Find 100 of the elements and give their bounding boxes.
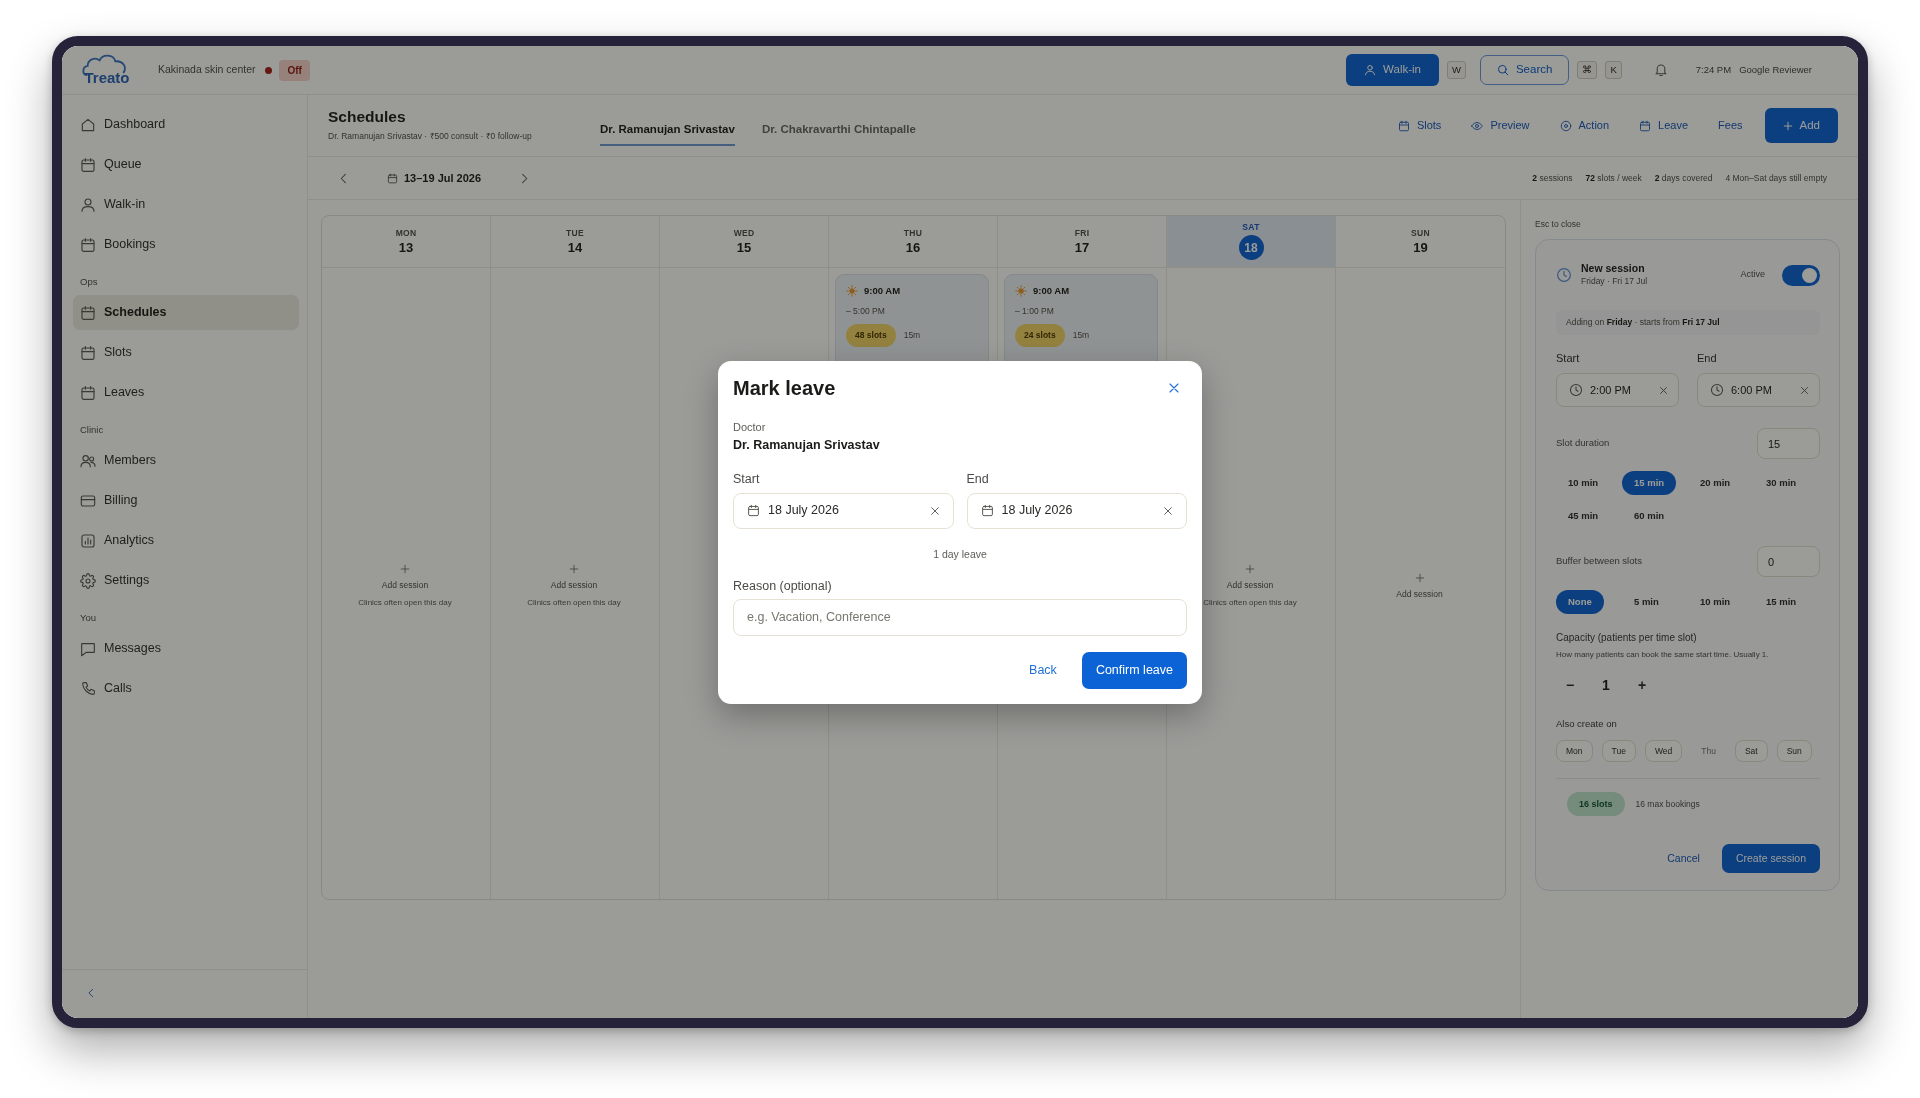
close-icon[interactable] [1659, 385, 1668, 395]
day-number: 13 [398, 241, 414, 255]
toolbar-link[interactable]: Preview [1471, 117, 1530, 134]
chat-icon [80, 640, 96, 657]
day-chip[interactable]: Sat [1734, 740, 1768, 762]
toolbar-link[interactable]: Action [1559, 117, 1610, 134]
close-icon[interactable] [1168, 381, 1180, 394]
card-icon [80, 492, 96, 509]
day-chip[interactable]: Tue [1601, 740, 1636, 762]
doctor-tab[interactable]: Dr. Chakravarthi Chintapalle [761, 110, 916, 147]
calendar-icon [747, 504, 760, 517]
add-session-hint: Clinics often open this day [358, 596, 452, 609]
option-chip[interactable]: 60 min [1622, 504, 1677, 528]
add-session-link[interactable]: Add session [1396, 587, 1443, 601]
chevron-left-icon[interactable] [86, 988, 96, 998]
option-chip[interactable]: 10 min [1556, 471, 1611, 495]
date-field[interactable]: 18 July 2026 [966, 492, 1187, 529]
toggle-label: Active [1740, 268, 1765, 282]
bell-icon[interactable] [1653, 63, 1668, 77]
shortcut-key: K [1605, 61, 1622, 79]
sidebar-item[interactable]: Settings [73, 563, 299, 598]
gear-icon [80, 572, 96, 589]
slot-duration-text: 15m [903, 329, 921, 342]
number-field[interactable]: 15 [1757, 428, 1820, 459]
leave-duration: 1 day leave [932, 546, 988, 561]
toolbar-link[interactable]: Fees [1718, 117, 1743, 134]
sidebar-item[interactable]: Queue [73, 147, 299, 182]
panel-subtitle: Friday · Fri 17 Jul [1581, 275, 1648, 289]
date-field[interactable]: 18 July 2026 [733, 492, 954, 529]
number-field[interactable]: 0 [1757, 546, 1820, 577]
weekday-label: THU [903, 228, 923, 238]
sidebar-item[interactable]: Analytics [73, 523, 299, 558]
day-number: 16 [905, 241, 921, 255]
option-chip[interactable]: 15 min [1622, 471, 1677, 495]
sidebar-item[interactable]: Bookings [73, 227, 299, 262]
doctor-tab[interactable]: Dr. Ramanujan Srivastav [600, 110, 735, 147]
week-stat: 4 Mon–Sat days still empty [1725, 171, 1827, 185]
option-chip[interactable]: 5 min [1622, 590, 1671, 614]
plus-icon[interactable] [1414, 572, 1425, 583]
week-range-button[interactable]: 13–19 Jul 2026 [387, 169, 482, 187]
increment-button[interactable]: + [1628, 671, 1656, 699]
time-field[interactable]: 2:00 PM [1556, 373, 1679, 407]
cancel-button[interactable]: Cancel [1667, 850, 1700, 867]
close-icon[interactable] [1800, 385, 1809, 395]
option-chip[interactable]: 30 min [1754, 471, 1809, 495]
day-chip[interactable]: Mon [1556, 740, 1593, 762]
sidebar-item[interactable]: Billing [73, 483, 299, 518]
back-button[interactable]: Back [1029, 660, 1057, 680]
decrement-button[interactable]: − [1556, 671, 1584, 699]
weekday-label: SUN [1411, 228, 1430, 238]
sidebar-item[interactable]: Walk-in [73, 187, 299, 222]
option-chip[interactable]: 45 min [1556, 504, 1611, 528]
reason-field[interactable]: e.g. Vacation, Conference [733, 598, 1187, 636]
sidebar-item[interactable]: Leaves [73, 375, 299, 410]
day-chip[interactable]: Wed [1644, 740, 1683, 762]
option-chip[interactable]: 20 min [1688, 471, 1743, 495]
plus-icon[interactable] [400, 564, 410, 575]
sidebar-item[interactable]: Slots [73, 335, 299, 370]
sidebar-item[interactable]: Dashboard [73, 107, 299, 142]
people-icon [80, 452, 96, 469]
sidebar-item[interactable]: Schedules [73, 295, 299, 330]
day-chip[interactable]: Sun [1776, 740, 1812, 762]
add-session-link[interactable]: Add session [550, 579, 598, 592]
time-field[interactable]: 6:00 PM [1697, 373, 1820, 407]
day-number: 15 [736, 241, 752, 255]
create-session-button[interactable]: Create session [1721, 844, 1820, 873]
close-icon[interactable] [929, 505, 940, 516]
panel-note: Adding on Friday · starts from Fri 17 Jul [1556, 310, 1820, 335]
field-label: End [966, 470, 990, 487]
chevron-left-icon[interactable] [338, 172, 349, 184]
toggle-switch[interactable] [1782, 264, 1820, 286]
doctor-name: Dr. Ramanujan Srivastav [733, 436, 881, 453]
calendar-icon [80, 236, 96, 253]
week-stat: 2 days covered [1654, 171, 1713, 185]
sidebar-item[interactable]: Members [73, 443, 299, 478]
eye-icon [1471, 119, 1484, 132]
plus-icon[interactable] [569, 564, 579, 575]
confirm-leave-button[interactable]: Confirm leave [1081, 651, 1187, 689]
sidebar-item[interactable]: Calls [73, 671, 299, 706]
close-icon[interactable] [1163, 505, 1173, 516]
plus-icon[interactable] [1245, 564, 1255, 575]
weekday-label: MON [395, 228, 417, 238]
option-chip[interactable]: None [1556, 590, 1604, 614]
clinic-name: Kakinada skin center [158, 62, 256, 78]
option-chip[interactable]: 10 min [1688, 590, 1743, 614]
toolbar-link[interactable]: Slots [1397, 117, 1442, 134]
add-button[interactable]: Add [1764, 107, 1838, 144]
sidebar-item[interactable]: Messages [73, 631, 299, 666]
plus-icon [1782, 120, 1793, 131]
stepper-value: 1 [1601, 675, 1611, 695]
add-session-link[interactable]: Add session [381, 579, 429, 592]
toolbar-link[interactable]: Leave [1639, 117, 1689, 134]
sidebar-section-title: Clinic [79, 422, 105, 437]
search-button[interactable]: Search [1479, 55, 1570, 85]
calendar-icon [1639, 119, 1652, 132]
option-chip[interactable]: 15 min [1754, 590, 1809, 614]
person-icon [1364, 64, 1377, 76]
walk-in-button[interactable]: Walk-in [1346, 54, 1439, 86]
add-session-link[interactable]: Add session [1226, 579, 1274, 592]
day-number: 19 [1413, 241, 1428, 255]
